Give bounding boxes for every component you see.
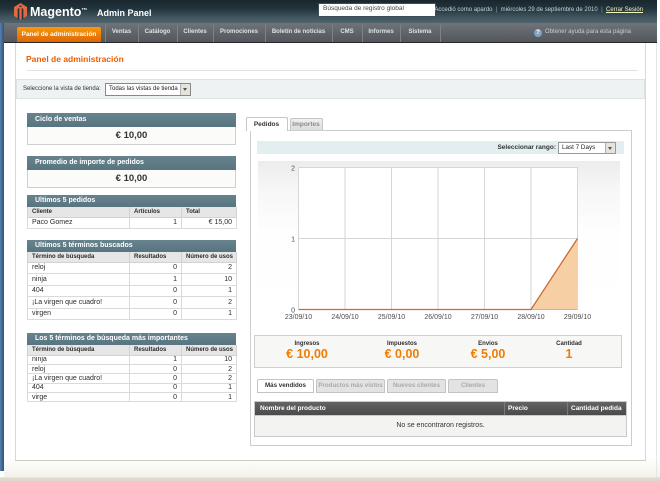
svg-text:23/09/10: 23/09/10: [285, 314, 312, 321]
svg-text:1: 1: [291, 237, 295, 244]
svg-text:28/09/10: 28/09/10: [517, 314, 544, 321]
svg-text:24/09/10: 24/09/10: [331, 314, 358, 321]
svg-text:25/09/10: 25/09/10: [378, 314, 405, 321]
svg-text:2: 2: [291, 166, 295, 173]
svg-text:26/09/10: 26/09/10: [424, 314, 451, 321]
svg-text:29/09/10: 29/09/10: [564, 314, 591, 321]
svg-text:27/09/10: 27/09/10: [471, 314, 498, 321]
